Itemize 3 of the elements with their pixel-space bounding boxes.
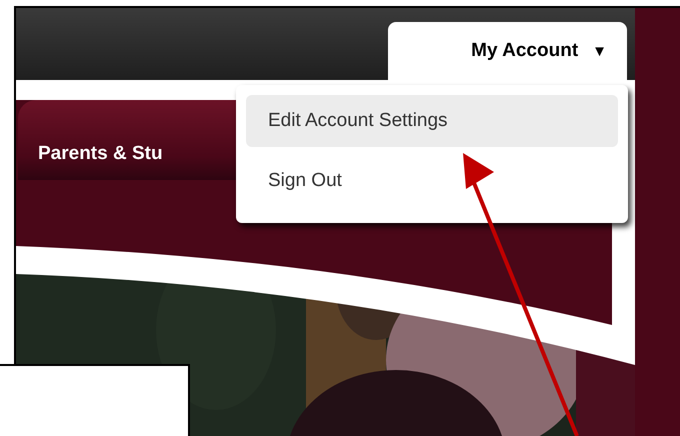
menu-item[interactable]: Edit Account Settings <box>246 95 618 147</box>
account-menu-button[interactable]: My Account ▼ <box>388 22 627 80</box>
caret-icon: ▼ <box>592 42 607 60</box>
